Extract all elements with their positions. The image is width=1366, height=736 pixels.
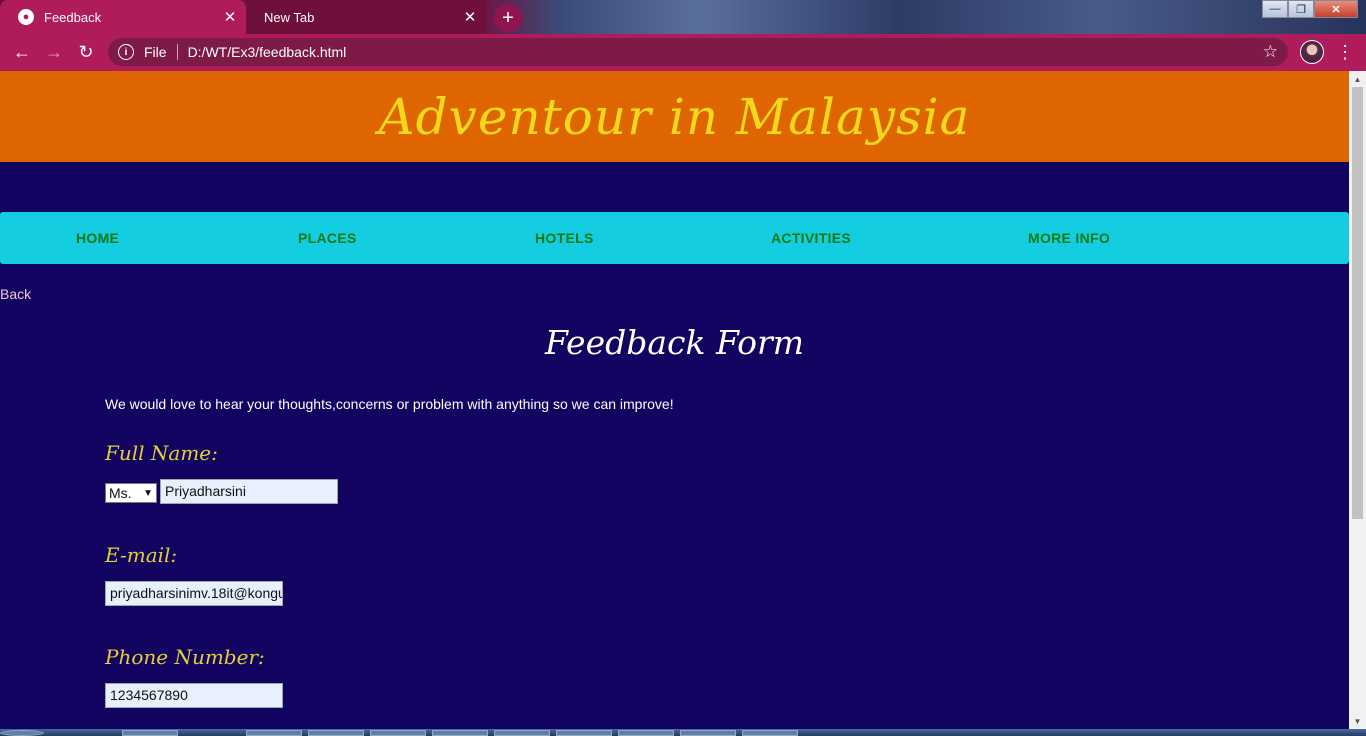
reload-icon[interactable]: ↻	[74, 40, 98, 64]
salutation-select[interactable]: Ms. ▼	[105, 483, 157, 503]
scroll-up-icon[interactable]: ▲	[1349, 71, 1366, 87]
arrow-left-icon[interactable]: ←	[10, 40, 34, 64]
taskbar-item[interactable]	[494, 730, 550, 736]
info-icon[interactable]: i	[118, 44, 134, 60]
close-tab-icon[interactable]: ✕	[462, 8, 478, 26]
new-tab-button[interactable]: +	[494, 4, 522, 32]
taskbar-item[interactable]	[370, 730, 426, 736]
star-icon[interactable]: ☆	[1263, 42, 1278, 62]
nav-home[interactable]: HOME	[76, 230, 119, 246]
taskbar-item[interactable]	[122, 730, 178, 736]
browser-toolbar: ← → ↻ i File D:/WT/Ex3/feedback.html ☆ ⋮	[0, 34, 1366, 71]
start-button[interactable]	[0, 730, 44, 736]
chevron-down-icon: ▼	[143, 487, 153, 499]
taskbar-item[interactable]	[432, 730, 488, 736]
taskbar-item[interactable]	[556, 730, 612, 736]
minimize-button[interactable]: —	[1262, 0, 1288, 18]
nav-activities[interactable]: ACTIVITIES	[771, 230, 851, 246]
url-scheme: File	[144, 44, 167, 60]
profile-avatar[interactable]	[1300, 40, 1324, 64]
page-scrollbar[interactable]: ▲ ▼	[1349, 71, 1366, 729]
globe-icon: ●	[18, 9, 34, 25]
salutation-value: Ms.	[109, 485, 132, 501]
taskbar-item[interactable]	[308, 730, 364, 736]
tab-feedback[interactable]: ● Feedback ✕	[0, 0, 246, 34]
os-taskbar	[0, 729, 1366, 736]
back-link[interactable]: Back	[0, 286, 31, 302]
site-banner: Adventour in Malaysia	[0, 71, 1349, 162]
window-close-button[interactable]: ✕	[1314, 0, 1358, 18]
taskbar-item[interactable]	[246, 730, 302, 736]
maximize-button[interactable]: ❐	[1288, 0, 1314, 18]
site-nav: HOME PLACES HOTELS ACTIVITIES MORE INFO	[0, 212, 1349, 264]
nav-places[interactable]: PLACES	[298, 230, 357, 246]
taskbar-item[interactable]	[742, 730, 798, 736]
scroll-down-icon[interactable]: ▼	[1349, 713, 1366, 729]
nav-more-info[interactable]: MORE INFO	[1028, 230, 1110, 246]
tab-new-tab[interactable]: New Tab ✕	[246, 0, 486, 34]
site-title: Adventour in Malaysia	[378, 87, 971, 146]
tab-title: Feedback	[44, 9, 102, 25]
arrow-right-icon[interactable]: →	[42, 40, 66, 64]
form-intro: We would love to hear your thoughts,conc…	[105, 396, 674, 412]
full-name-label: Full Name:	[105, 441, 218, 465]
phone-input[interactable]: 1234567890	[105, 683, 283, 708]
nav-hotels[interactable]: HOTELS	[535, 230, 594, 246]
email-label: E-mail:	[105, 543, 178, 567]
phone-label: Phone Number:	[105, 645, 265, 669]
taskbar-item[interactable]	[618, 730, 674, 736]
full-name-input[interactable]: Priyadharsini	[160, 479, 338, 504]
tab-title: New Tab	[264, 9, 315, 25]
email-input[interactable]: priyadharsinimv.18it@kongu	[105, 581, 283, 606]
url-separator	[176, 44, 178, 60]
url-text[interactable]: D:/WT/Ex3/feedback.html	[188, 44, 347, 60]
taskbar-item[interactable]	[680, 730, 736, 736]
tab-strip: ● Feedback ✕ New Tab ✕ + — ❐ ✕	[0, 0, 1366, 34]
address-bar[interactable]: i File D:/WT/Ex3/feedback.html ☆	[108, 38, 1288, 66]
kebab-menu-icon[interactable]: ⋮	[1336, 40, 1354, 64]
close-tab-icon[interactable]: ✕	[222, 8, 238, 26]
scrollbar-thumb[interactable]	[1352, 87, 1363, 519]
form-title: Feedback Form	[544, 323, 805, 362]
web-page: Adventour in Malaysia HOME PLACES HOTELS…	[0, 71, 1349, 729]
